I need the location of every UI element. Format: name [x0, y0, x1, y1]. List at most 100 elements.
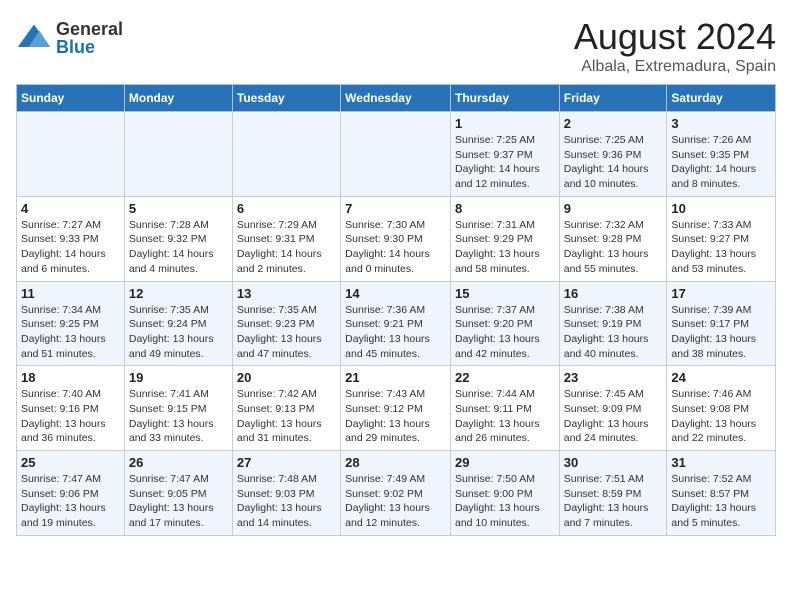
cell-content: Sunrise: 7:33 AM Sunset: 9:27 PM Dayligh…	[671, 218, 771, 277]
cell-content: Sunrise: 7:51 AM Sunset: 8:59 PM Dayligh…	[564, 472, 663, 531]
week-row-3: 11 Sunrise: 7:34 AM Sunset: 9:25 PM Dayli…	[17, 281, 776, 366]
cell-content: Sunrise: 7:48 AM Sunset: 9:03 PM Dayligh…	[237, 472, 336, 531]
calendar-cell: 30 Sunrise: 7:51 AM Sunset: 8:59 PM Dayli…	[559, 451, 667, 536]
cell-content: Sunrise: 7:32 AM Sunset: 9:28 PM Dayligh…	[564, 218, 663, 277]
calendar-cell: 26 Sunrise: 7:47 AM Sunset: 9:05 PM Dayli…	[124, 451, 232, 536]
cell-content: Sunrise: 7:27 AM Sunset: 9:33 PM Dayligh…	[21, 218, 120, 277]
cell-content: Sunrise: 7:47 AM Sunset: 9:06 PM Dayligh…	[21, 472, 120, 531]
calendar-cell: 7Sunrise: 7:30 AM Sunset: 9:30 PM Daylig…	[341, 196, 451, 281]
cell-content: Sunrise: 7:42 AM Sunset: 9:13 PM Dayligh…	[237, 387, 336, 446]
calendar-cell: 31 Sunrise: 7:52 AM Sunset: 8:57 PM Dayli…	[667, 451, 776, 536]
day-number: 2	[564, 116, 663, 131]
day-number: 4	[21, 201, 120, 216]
day-number: 6	[237, 201, 336, 216]
cell-content: Sunrise: 7:47 AM Sunset: 9:05 PM Dayligh…	[129, 472, 228, 531]
day-number: 1	[455, 116, 555, 131]
cell-content: Sunrise: 7:31 AM Sunset: 9:29 PM Dayligh…	[455, 218, 555, 277]
calendar-cell: 19 Sunrise: 7:41 AM Sunset: 9:15 PM Dayli…	[124, 366, 232, 451]
day-number: 5	[129, 201, 228, 216]
logo-icon	[16, 20, 52, 56]
day-number: 18	[21, 370, 120, 385]
calendar-cell	[17, 112, 125, 197]
day-number: 26	[129, 455, 228, 470]
cell-content: Sunrise: 7:30 AM Sunset: 9:30 PM Dayligh…	[345, 218, 446, 277]
cell-content: Sunrise: 7:37 AM Sunset: 9:20 PM Dayligh…	[455, 303, 555, 362]
weekday-header-monday: Monday	[124, 85, 232, 112]
calendar-cell: 22Sunrise: 7:44 AM Sunset: 9:11 PM Dayli…	[450, 366, 559, 451]
weekday-header-friday: Friday	[559, 85, 667, 112]
cell-content: Sunrise: 7:35 AM Sunset: 9:23 PM Dayligh…	[237, 303, 336, 362]
calendar-cell	[232, 112, 340, 197]
calendar-cell: 18 Sunrise: 7:40 AM Sunset: 9:16 PM Dayli…	[17, 366, 125, 451]
week-row-5: 25 Sunrise: 7:47 AM Sunset: 9:06 PM Dayli…	[17, 451, 776, 536]
day-number: 28	[345, 455, 446, 470]
week-row-1: 1 Sunrise: 7:25 AM Sunset: 9:37 PM Daylig…	[17, 112, 776, 197]
calendar-cell: 8 Sunrise: 7:31 AM Sunset: 9:29 PM Daylig…	[450, 196, 559, 281]
calendar-cell: 6Sunrise: 7:29 AM Sunset: 9:31 PM Daylig…	[232, 196, 340, 281]
day-number: 19	[129, 370, 228, 385]
day-number: 22	[455, 370, 555, 385]
day-number: 10	[671, 201, 771, 216]
calendar-cell: 21 Sunrise: 7:43 AM Sunset: 9:12 PM Dayli…	[341, 366, 451, 451]
calendar-cell: 1 Sunrise: 7:25 AM Sunset: 9:37 PM Daylig…	[450, 112, 559, 197]
calendar-cell: 15 Sunrise: 7:37 AM Sunset: 9:20 PM Dayli…	[450, 281, 559, 366]
cell-content: Sunrise: 7:39 AM Sunset: 9:17 PM Dayligh…	[671, 303, 771, 362]
calendar-cell: 4 Sunrise: 7:27 AM Sunset: 9:33 PM Daylig…	[17, 196, 125, 281]
main-title: August 2024	[574, 16, 776, 58]
day-number: 25	[21, 455, 120, 470]
weekday-header-row: SundayMondayTuesdayWednesdayThursdayFrid…	[17, 85, 776, 112]
day-number: 17	[671, 286, 771, 301]
cell-content: Sunrise: 7:45 AM Sunset: 9:09 PM Dayligh…	[564, 387, 663, 446]
day-number: 11	[21, 286, 120, 301]
cell-content: Sunrise: 7:49 AM Sunset: 9:02 PM Dayligh…	[345, 472, 446, 531]
cell-content: Sunrise: 7:34 AM Sunset: 9:25 PM Dayligh…	[21, 303, 120, 362]
page-header: General Blue August 2024 Albala, Extrema…	[16, 16, 776, 76]
cell-content: Sunrise: 7:52 AM Sunset: 8:57 PM Dayligh…	[671, 472, 771, 531]
calendar-table: SundayMondayTuesdayWednesdayThursdayFrid…	[16, 84, 776, 536]
subtitle: Albala, Extremadura, Spain	[574, 58, 776, 76]
weekday-header-thursday: Thursday	[450, 85, 559, 112]
day-number: 15	[455, 286, 555, 301]
cell-content: Sunrise: 7:25 AM Sunset: 9:37 PM Dayligh…	[455, 133, 555, 192]
cell-content: Sunrise: 7:25 AM Sunset: 9:36 PM Dayligh…	[564, 133, 663, 192]
day-number: 30	[564, 455, 663, 470]
calendar-cell: 13 Sunrise: 7:35 AM Sunset: 9:23 PM Dayli…	[232, 281, 340, 366]
weekday-header-sunday: Sunday	[17, 85, 125, 112]
calendar-cell: 20 Sunrise: 7:42 AM Sunset: 9:13 PM Dayli…	[232, 366, 340, 451]
calendar-cell: 14Sunrise: 7:36 AM Sunset: 9:21 PM Dayli…	[341, 281, 451, 366]
calendar-cell: 25 Sunrise: 7:47 AM Sunset: 9:06 PM Dayli…	[17, 451, 125, 536]
day-number: 8	[455, 201, 555, 216]
day-number: 23	[564, 370, 663, 385]
day-number: 14	[345, 286, 446, 301]
day-number: 16	[564, 286, 663, 301]
logo-text: General Blue	[56, 20, 123, 56]
title-block: August 2024 Albala, Extremadura, Spain	[574, 16, 776, 76]
day-number: 12	[129, 286, 228, 301]
day-number: 9	[564, 201, 663, 216]
day-number: 29	[455, 455, 555, 470]
cell-content: Sunrise: 7:43 AM Sunset: 9:12 PM Dayligh…	[345, 387, 446, 446]
cell-content: Sunrise: 7:50 AM Sunset: 9:00 PM Dayligh…	[455, 472, 555, 531]
day-number: 31	[671, 455, 771, 470]
cell-content: Sunrise: 7:28 AM Sunset: 9:32 PM Dayligh…	[129, 218, 228, 277]
calendar-cell: 12 Sunrise: 7:35 AM Sunset: 9:24 PM Dayli…	[124, 281, 232, 366]
calendar-cell: 16Sunrise: 7:38 AM Sunset: 9:19 PM Dayli…	[559, 281, 667, 366]
calendar-cell: 10 Sunrise: 7:33 AM Sunset: 9:27 PM Dayli…	[667, 196, 776, 281]
day-number: 3	[671, 116, 771, 131]
cell-content: Sunrise: 7:35 AM Sunset: 9:24 PM Dayligh…	[129, 303, 228, 362]
calendar-cell: 28 Sunrise: 7:49 AM Sunset: 9:02 PM Dayli…	[341, 451, 451, 536]
logo: General Blue	[16, 20, 123, 56]
cell-content: Sunrise: 7:46 AM Sunset: 9:08 PM Dayligh…	[671, 387, 771, 446]
cell-content: Sunrise: 7:40 AM Sunset: 9:16 PM Dayligh…	[21, 387, 120, 446]
day-number: 20	[237, 370, 336, 385]
day-number: 24	[671, 370, 771, 385]
cell-content: Sunrise: 7:41 AM Sunset: 9:15 PM Dayligh…	[129, 387, 228, 446]
calendar-cell	[124, 112, 232, 197]
calendar-cell: 23 Sunrise: 7:45 AM Sunset: 9:09 PM Dayli…	[559, 366, 667, 451]
calendar-cell: 9 Sunrise: 7:32 AM Sunset: 9:28 PM Daylig…	[559, 196, 667, 281]
calendar-cell: 17 Sunrise: 7:39 AM Sunset: 9:17 PM Dayli…	[667, 281, 776, 366]
day-number: 13	[237, 286, 336, 301]
day-number: 21	[345, 370, 446, 385]
calendar-cell: 11 Sunrise: 7:34 AM Sunset: 9:25 PM Dayli…	[17, 281, 125, 366]
day-number: 27	[237, 455, 336, 470]
